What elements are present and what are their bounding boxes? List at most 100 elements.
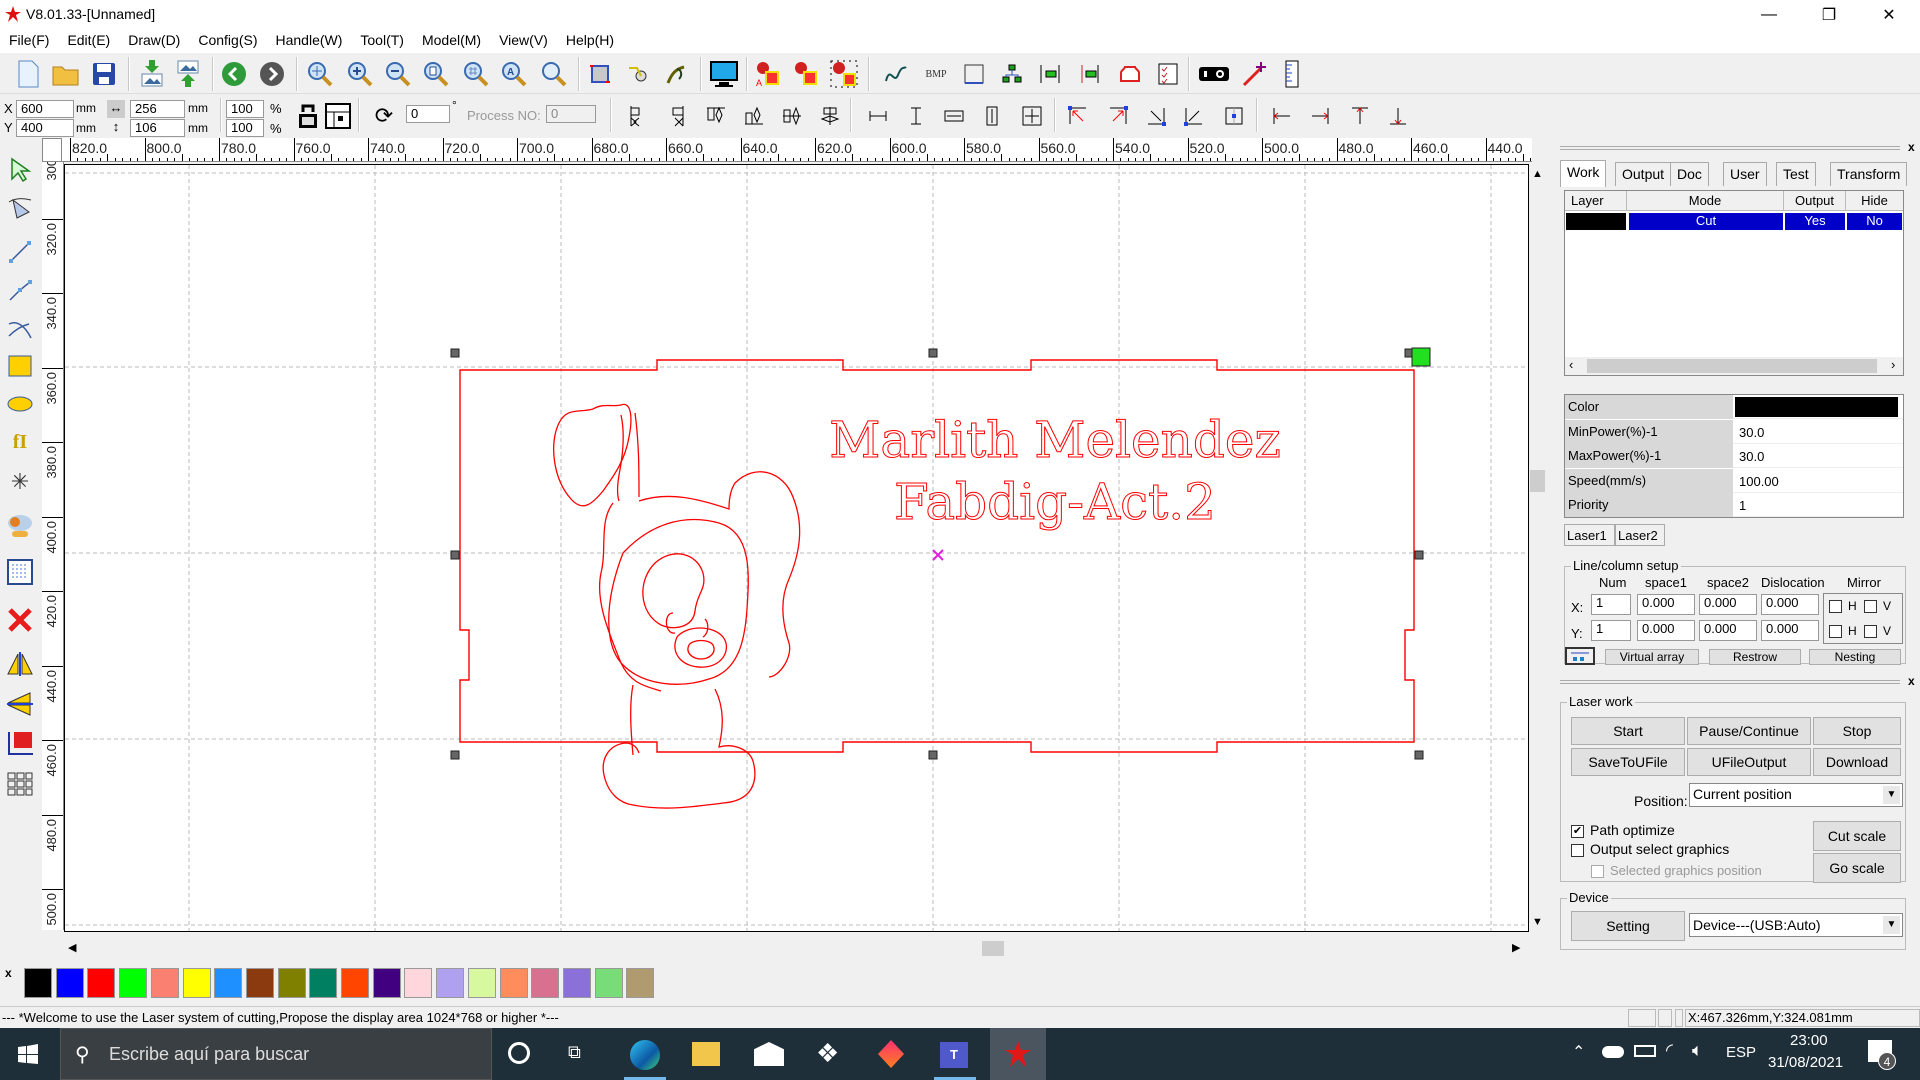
- arrange-grid-icon[interactable]: [4, 768, 36, 800]
- same-spacing-h-icon[interactable]: [862, 100, 894, 132]
- property-value[interactable]: 30.0: [1735, 444, 1903, 468]
- device-setting-button[interactable]: Setting: [1571, 911, 1685, 941]
- laser2-tab[interactable]: Laser2: [1615, 524, 1665, 546]
- color-swatch[interactable]: [150, 968, 179, 998]
- minimize-button[interactable]: —: [1746, 0, 1792, 29]
- color-swatch[interactable]: [277, 968, 306, 998]
- show-hidden-icons[interactable]: ⌃: [1572, 1042, 1585, 1062]
- mirror-horizontal-icon[interactable]: [4, 648, 36, 680]
- vertical-scroll-thumb[interactable]: [1530, 470, 1545, 492]
- position-select[interactable]: Current position ▼: [1689, 783, 1903, 807]
- color-swatch[interactable]: [245, 968, 274, 998]
- polyline-tool-icon[interactable]: [4, 274, 36, 306]
- curve-icon[interactable]: [880, 58, 912, 90]
- palette-close-icon[interactable]: x: [5, 966, 12, 980]
- color-swatch[interactable]: [499, 968, 528, 998]
- start-button[interactable]: Start: [1571, 717, 1685, 745]
- group-icon[interactable]: [790, 58, 822, 90]
- align-page-right-icon[interactable]: [1304, 100, 1336, 132]
- property-value[interactable]: 30.0: [1735, 420, 1903, 444]
- mirror-y-v-checkbox[interactable]: [1864, 625, 1878, 639]
- bmp-icon[interactable]: BMP: [920, 58, 952, 90]
- camera-capture-tool-icon[interactable]: [4, 510, 36, 542]
- color-swatch[interactable]: [309, 968, 338, 998]
- move-top-left-icon[interactable]: [1062, 100, 1094, 132]
- menu-config[interactable]: Config(S): [189, 29, 266, 48]
- close-button[interactable]: ✕: [1866, 0, 1912, 29]
- horizontal-scrollbar[interactable]: ◀ ▶: [64, 940, 1529, 957]
- monitor-icon[interactable]: [708, 58, 740, 90]
- language-indicator[interactable]: ESP: [1726, 1044, 1756, 1061]
- zoom-pan-icon[interactable]: [304, 58, 336, 90]
- group-text-icon[interactable]: A: [752, 58, 784, 90]
- rectangle-tool-icon[interactable]: [4, 350, 36, 382]
- menu-edit[interactable]: Edit(E): [58, 29, 119, 48]
- rotate-angle-input[interactable]: 0: [406, 105, 450, 123]
- save-icon[interactable]: [88, 58, 120, 90]
- link-nodes-icon[interactable]: [996, 58, 1028, 90]
- path-optimize-option[interactable]: ✔ Path optimize: [1571, 822, 1675, 838]
- tab-doc[interactable]: Doc: [1670, 162, 1709, 186]
- select-rect-icon[interactable]: [584, 58, 616, 90]
- smooth-curve-icon[interactable]: [660, 58, 692, 90]
- pause-continue-button[interactable]: Pause/Continue: [1687, 717, 1811, 745]
- color-swatch[interactable]: [436, 968, 465, 998]
- delete-tool-icon[interactable]: [4, 604, 36, 636]
- menu-help[interactable]: Help(H): [557, 29, 623, 48]
- tab-work[interactable]: Work: [1560, 160, 1607, 187]
- select-tool-icon[interactable]: [4, 154, 36, 186]
- rect-frame-icon[interactable]: [958, 58, 990, 90]
- mail-icon[interactable]: [754, 1042, 784, 1066]
- open-folder-icon[interactable]: [50, 58, 82, 90]
- output-select-checkbox[interactable]: [1571, 843, 1584, 857]
- checklist-icon[interactable]: [1152, 58, 1184, 90]
- mirror-x-v-checkbox[interactable]: [1864, 600, 1878, 614]
- tab-user[interactable]: User: [1723, 162, 1767, 186]
- battery-icon[interactable]: [1634, 1045, 1656, 1057]
- layer-row[interactable]: Cut Yes No: [1565, 213, 1903, 231]
- node-tool-icon[interactable]: [622, 58, 654, 90]
- align-center-h-icon[interactable]: [776, 100, 808, 132]
- color-swatch[interactable]: [341, 968, 369, 998]
- layer-scroll-thumb[interactable]: [1587, 359, 1877, 373]
- x-position-input[interactable]: 600: [16, 100, 74, 118]
- ufile-output-button[interactable]: UFileOutput: [1687, 748, 1811, 776]
- edge-browser-icon[interactable]: [630, 1040, 660, 1070]
- task-view-icon[interactable]: ⧉: [568, 1042, 581, 1063]
- same-height-icon[interactable]: [976, 100, 1008, 132]
- laser-panel-close-icon[interactable]: x: [1908, 674, 1915, 688]
- path-optimize-checkbox[interactable]: ✔: [1571, 824, 1584, 838]
- anydesk-icon[interactable]: [878, 1040, 904, 1068]
- panel-grip[interactable]: [1560, 680, 1900, 684]
- go-scale-button[interactable]: Go scale: [1813, 853, 1901, 883]
- align-page-bottom-icon[interactable]: [1382, 100, 1414, 132]
- align-top-icon[interactable]: [700, 100, 732, 132]
- col-mode[interactable]: Mode: [1627, 191, 1784, 211]
- menu-draw[interactable]: Draw(D): [119, 29, 189, 48]
- width-input[interactable]: 256: [130, 100, 185, 118]
- zoom-in-icon[interactable]: [344, 58, 376, 90]
- y-space2-input[interactable]: 0.000: [1699, 620, 1757, 641]
- align-page-left-icon[interactable]: [1266, 100, 1298, 132]
- col-output[interactable]: Output: [1784, 191, 1846, 211]
- text-tool-icon[interactable]: fI: [4, 426, 36, 458]
- align-center-v-icon[interactable]: [814, 100, 846, 132]
- file-explorer-icon[interactable]: [692, 1042, 720, 1066]
- start-point-icon[interactable]: [1074, 58, 1106, 90]
- menu-file[interactable]: File(F): [0, 29, 58, 48]
- color-swatch[interactable]: [626, 968, 655, 998]
- height-input[interactable]: 106: [130, 119, 185, 137]
- tab-output[interactable]: Output: [1615, 162, 1672, 186]
- color-swatch[interactable]: [404, 968, 433, 998]
- scale-x-input[interactable]: 100: [226, 100, 264, 118]
- same-spacing-v-icon[interactable]: [900, 100, 932, 132]
- property-value[interactable]: [1735, 397, 1898, 417]
- anchor-point-icon[interactable]: [322, 100, 354, 132]
- laser-app-taskbar-button[interactable]: [990, 1028, 1046, 1080]
- layer-mode[interactable]: Cut: [1629, 213, 1783, 230]
- export-icon[interactable]: [172, 58, 204, 90]
- restrow-button[interactable]: Restrow: [1709, 649, 1801, 665]
- scroll-right-icon[interactable]: ›: [1891, 357, 1895, 372]
- scroll-right-icon[interactable]: ▶: [1512, 941, 1520, 954]
- cut-scale-button[interactable]: Cut scale: [1813, 821, 1901, 851]
